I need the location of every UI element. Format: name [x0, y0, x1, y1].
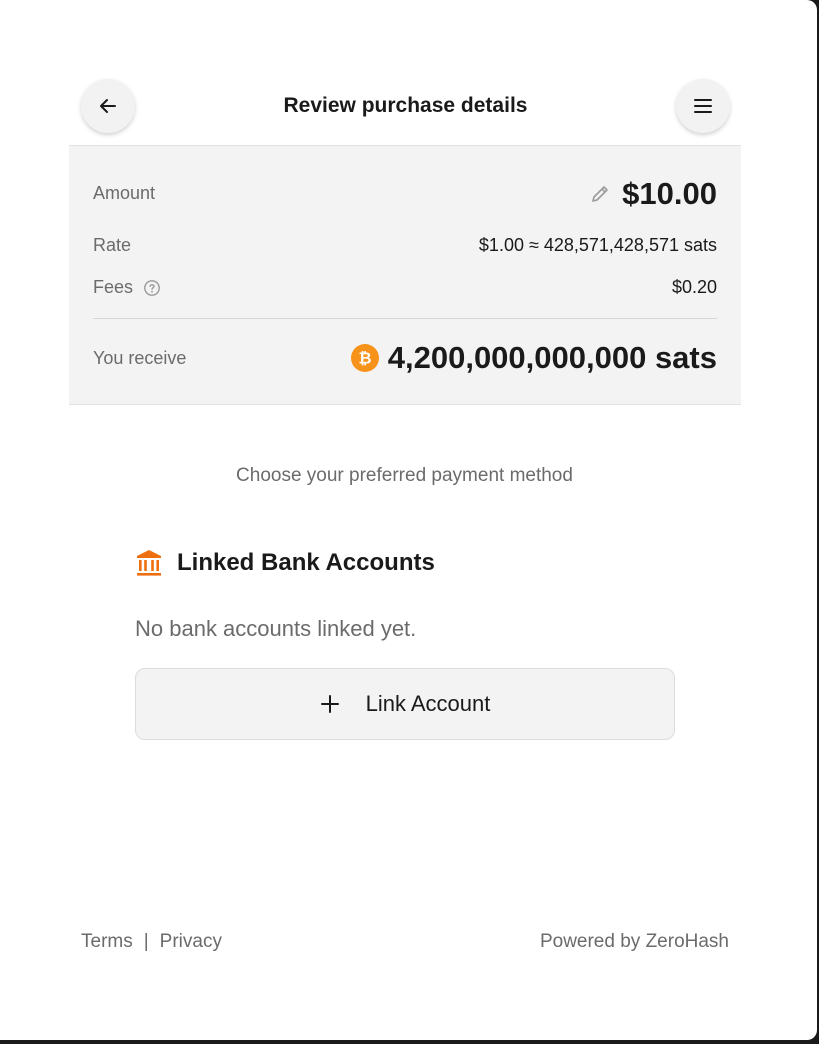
payment-method-prompt: Choose your preferred payment method	[236, 465, 573, 486]
summary-divider	[93, 318, 717, 319]
hamburger-menu-icon	[694, 99, 712, 113]
purchase-summary-panel: Amount $10.00 Rate $1.00 ≈ 428,571,428,5…	[69, 145, 741, 405]
bank-icon	[137, 550, 161, 576]
amount-value: $10.00	[622, 176, 717, 211]
terms-link[interactable]: Terms	[81, 931, 133, 952]
bitcoin-icon: ₿	[351, 344, 379, 372]
linked-bank-accounts-heading: Linked Bank Accounts	[135, 546, 435, 580]
powered-by-text: Powered by ZeroHash	[539, 931, 729, 952]
link-account-label: Link Account	[365, 691, 491, 716]
page-title: Review purchase details	[283, 94, 528, 117]
footer: Terms | Privacy Powered by ZeroHash	[81, 931, 729, 957]
rate-label: Rate	[93, 235, 132, 255]
header: Review purchase details	[81, 79, 730, 133]
link-account-button[interactable]: Link Account	[135, 668, 675, 740]
amount-label: Amount	[93, 183, 156, 203]
footer-links: Terms | Privacy	[81, 931, 222, 953]
fees-label: Fees	[93, 277, 134, 297]
plus-icon	[320, 695, 339, 713]
privacy-link[interactable]: Privacy	[160, 931, 222, 952]
bank-section-title: Linked Bank Accounts	[177, 549, 435, 576]
pencil-icon[interactable]	[589, 183, 611, 205]
footer-separator: |	[143, 931, 149, 952]
menu-button[interactable]	[676, 79, 730, 133]
empty-state-text: No bank accounts linked yet.	[135, 616, 417, 641]
purchase-review-window: Review purchase details Amount $10.00 Ra…	[0, 0, 817, 1040]
receive-label: You receive	[93, 348, 187, 368]
svg-text:₿: ₿	[358, 349, 371, 368]
receive-value: 4,200,000,000,000 sats	[387, 340, 717, 375]
rate-value: $1.00 ≈ 428,571,428,571 sats	[478, 235, 717, 255]
help-circle-icon[interactable]	[143, 279, 161, 297]
fees-value: $0.20	[671, 277, 717, 297]
